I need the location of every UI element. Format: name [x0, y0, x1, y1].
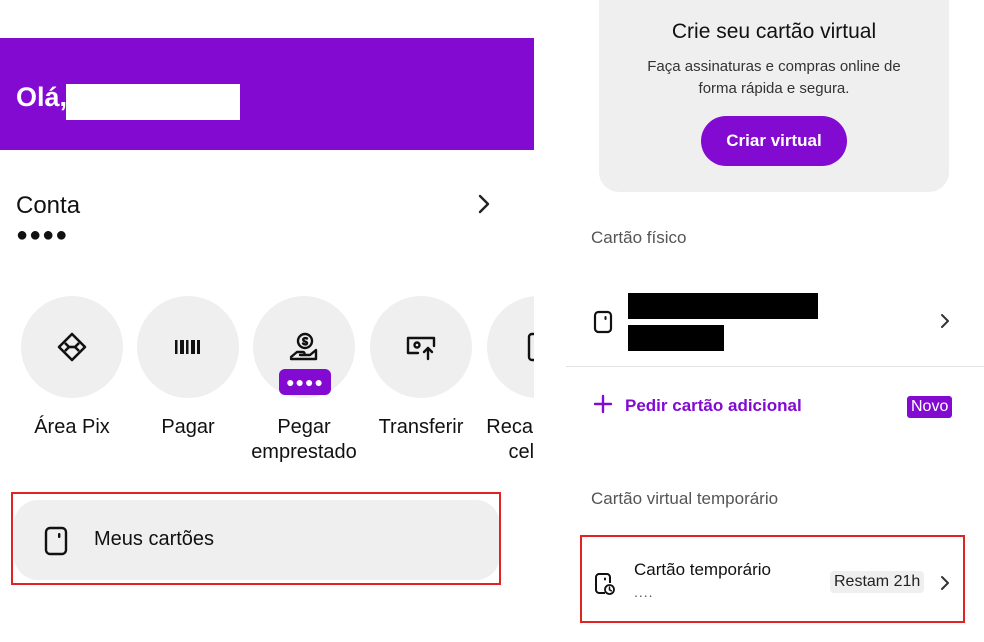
- greeting-text: Olá,: [16, 82, 68, 112]
- action-pay-button[interactable]: [137, 296, 239, 398]
- request-additional-card-link[interactable]: Pedir cartão adicional: [625, 396, 802, 416]
- pix-icon: [57, 332, 87, 362]
- new-badge: Novo: [907, 396, 953, 418]
- action-label: Recarga de celular: [486, 416, 534, 463]
- action-phone-topup[interactable]: Recarga de celular: [486, 296, 534, 463]
- card-icon: [593, 310, 613, 334]
- highlight-box: [11, 492, 501, 585]
- divider: [566, 366, 984, 367]
- account-title[interactable]: Conta: [16, 192, 80, 220]
- loan-icon: [289, 332, 318, 361]
- cards-screen: Crie seu cartão virtual Faça assinaturas…: [534, 0, 984, 642]
- redacted-card-number: [628, 325, 724, 351]
- phone-icon: [527, 332, 534, 362]
- action-transfer[interactable]: Transferir: [370, 296, 472, 438]
- plus-icon[interactable]: [593, 394, 613, 414]
- virtual-card-promo: Crie seu cartão virtual Faça assinaturas…: [599, 0, 949, 192]
- action-loan[interactable]: ●●●● Pegar emprestado: [251, 296, 357, 463]
- action-phone-topup-button[interactable]: [487, 296, 534, 398]
- chevron-right-icon[interactable]: [938, 312, 952, 330]
- account-balance-mask: ●●●●: [16, 224, 69, 246]
- action-pix-button[interactable]: [21, 296, 123, 398]
- action-pix[interactable]: Área Pix: [21, 296, 123, 438]
- redacted-name: [66, 84, 240, 120]
- action-loan-button[interactable]: ●●●●: [253, 296, 355, 398]
- home-screen: Olá, Conta ●●●● Área Pix Pagar ●●●● Pega…: [0, 0, 534, 642]
- loan-badge: ●●●●: [279, 369, 331, 395]
- action-pay[interactable]: Pagar: [137, 296, 239, 438]
- promo-title: Crie seu cartão virtual: [671, 20, 877, 43]
- transfer-icon: [406, 336, 436, 361]
- section-temporary-card: Cartão virtual temporário: [591, 489, 779, 508]
- section-physical-card: Cartão físico: [591, 228, 687, 247]
- promo-subtitle: Faça assinaturas e compras online de for…: [647, 58, 901, 97]
- temporary-card-row[interactable]: [580, 535, 965, 623]
- chevron-right-icon[interactable]: [474, 193, 494, 215]
- create-virtual-button[interactable]: Criar virtual: [701, 116, 847, 166]
- action-transfer-button[interactable]: [370, 296, 472, 398]
- redacted-card-name: [628, 293, 818, 319]
- barcode-icon: [175, 340, 200, 354]
